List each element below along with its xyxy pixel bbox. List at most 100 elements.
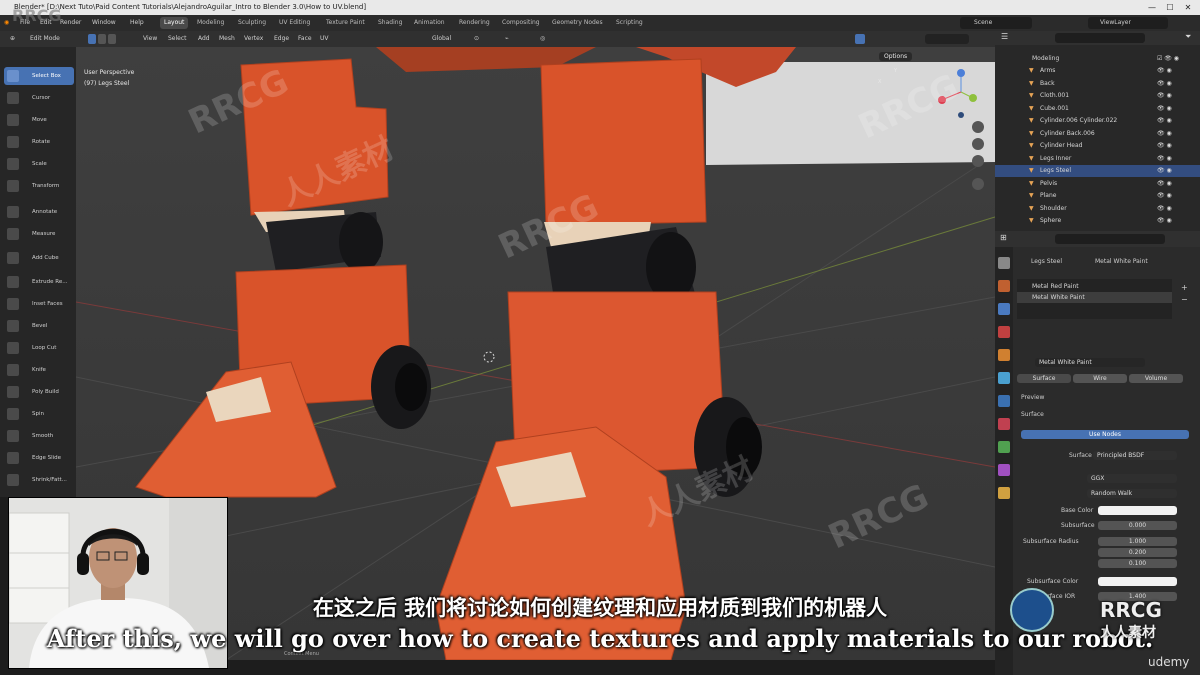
menu-add[interactable]: Add: [198, 31, 210, 47]
filter-icon[interactable]: ⏷: [1185, 32, 1191, 42]
proportional-edit-icon[interactable]: ◎: [540, 31, 545, 47]
outliner-item[interactable]: ▼ Cube.001 👁 ◉: [995, 103, 1200, 115]
material-slot-red[interactable]: Metal Red Paint: [1017, 281, 1172, 292]
tab-scripting[interactable]: Scripting: [612, 17, 647, 29]
tool-loop-cut[interactable]: Loop Cut: [4, 339, 74, 357]
properties-search-input[interactable]: [1055, 234, 1165, 244]
surface-shader-selector[interactable]: Principled BSDF: [1093, 451, 1177, 460]
tab-modeling[interactable]: Modeling: [193, 17, 228, 29]
outliner-item[interactable]: ▼ Shoulder 👁 ◉: [995, 203, 1200, 215]
properties-tab-icon[interactable]: [998, 441, 1010, 453]
menu-vertex[interactable]: Vertex: [244, 31, 263, 47]
tab-uv-editing[interactable]: UV Editing: [275, 17, 314, 29]
snap-icon[interactable]: ⌁: [505, 31, 509, 47]
visibility-icon[interactable]: 👁 ◉: [1157, 153, 1172, 165]
visibility-icon[interactable]: 👁 ◉: [1157, 140, 1172, 152]
subsurface-radius-x-field[interactable]: 1.000: [1098, 537, 1177, 546]
tool-smooth[interactable]: Smooth: [4, 427, 74, 445]
minimize-button[interactable]: —: [1145, 0, 1159, 15]
face-select-icon[interactable]: [108, 34, 116, 44]
visibility-icon[interactable]: 👁 ◉: [1157, 103, 1172, 115]
tool-measure[interactable]: Measure: [4, 225, 74, 243]
tool-bevel[interactable]: Bevel: [4, 317, 74, 335]
visibility-icon[interactable]: 👁 ◉: [1157, 203, 1172, 215]
properties-tab-icon[interactable]: [998, 280, 1010, 292]
tool-rotate[interactable]: Rotate: [4, 133, 74, 151]
tool-edge-slide[interactable]: Edge Slide: [4, 449, 74, 467]
tool-knife[interactable]: Knife: [4, 361, 74, 379]
shading-mode-icon[interactable]: [925, 34, 969, 44]
tool-cursor[interactable]: Cursor: [4, 89, 74, 107]
options-button[interactable]: Options: [879, 52, 913, 61]
editor-type-icon[interactable]: ⊕: [10, 31, 15, 47]
tab-wire[interactable]: Wire: [1073, 374, 1127, 383]
tool-scale[interactable]: Scale: [4, 155, 74, 173]
properties-tab-icon[interactable]: [998, 349, 1010, 361]
tab-compositing[interactable]: Compositing: [498, 17, 544, 29]
outliner-item[interactable]: ▼ Plane 👁 ◉: [995, 190, 1200, 202]
menu-help[interactable]: Help: [130, 15, 144, 31]
properties-editor-icon[interactable]: ⊞: [1000, 233, 1007, 242]
visibility-icon[interactable]: 👁 ◉: [1157, 65, 1172, 77]
pivot-icon[interactable]: ⊙: [474, 31, 479, 47]
mode-selector[interactable]: Edit Mode: [30, 31, 78, 47]
tool-poly-build[interactable]: Poly Build: [4, 383, 74, 401]
remove-slot-icon[interactable]: −: [1181, 295, 1188, 304]
tool-move[interactable]: Move: [4, 111, 74, 129]
scene-selector[interactable]: Scene: [960, 17, 1032, 29]
visibility-icon[interactable]: 👁 ◉: [1157, 128, 1172, 140]
tool-inset[interactable]: Inset Faces: [4, 295, 74, 313]
properties-tab-icon[interactable]: [998, 418, 1010, 430]
properties-tab-icon[interactable]: [998, 257, 1010, 269]
subsurface-radius-z-field[interactable]: 0.100: [1098, 559, 1177, 568]
menu-render[interactable]: Render: [60, 15, 81, 31]
tab-geometry-nodes[interactable]: Geometry Nodes: [548, 17, 607, 29]
tool-extrude[interactable]: Extrude Re...: [4, 273, 74, 291]
subsurface-method-selector[interactable]: Random Walk: [1087, 489, 1177, 498]
maximize-button[interactable]: ☐: [1163, 0, 1177, 15]
properties-tab-icon[interactable]: [998, 303, 1010, 315]
tool-spin[interactable]: Spin: [4, 405, 74, 423]
visibility-icon[interactable]: 👁 ◉: [1157, 215, 1172, 227]
outliner-search-input[interactable]: [1055, 33, 1145, 43]
outliner-item[interactable]: ▼ Cylinder Head 👁 ◉: [995, 140, 1200, 152]
visibility-icon[interactable]: 👁 ◉: [1157, 115, 1172, 127]
menu-mesh[interactable]: Mesh: [219, 31, 235, 47]
distribution-selector[interactable]: GGX: [1087, 474, 1177, 483]
tool-annotate[interactable]: Annotate: [4, 203, 74, 221]
edge-select-icon[interactable]: [98, 34, 106, 44]
outliner-item[interactable]: ▼ Sphere 👁 ◉: [995, 215, 1200, 227]
menu-uv[interactable]: UV: [320, 31, 329, 47]
outliner-editor-icon[interactable]: ☰: [1001, 32, 1008, 41]
outliner-item[interactable]: ▼ Legs Inner 👁 ◉: [995, 153, 1200, 165]
tab-animation[interactable]: Animation: [410, 17, 449, 29]
visibility-icon[interactable]: 👁 ◉: [1157, 165, 1172, 177]
outliner-item[interactable]: ▼ Back 👁 ◉: [995, 78, 1200, 90]
subsurface-field[interactable]: 0.000: [1098, 521, 1177, 530]
outliner-item[interactable]: ▼ Pelvis 👁 ◉: [995, 178, 1200, 190]
tab-surface[interactable]: Surface: [1017, 374, 1071, 383]
tab-volume[interactable]: Volume: [1129, 374, 1183, 383]
tool-shrink[interactable]: Shrink/Fatt...: [4, 471, 74, 489]
menu-edge[interactable]: Edge: [274, 31, 289, 47]
properties-tab-icon[interactable]: [998, 464, 1010, 476]
visibility-icon[interactable]: ☑ 👁 ◉: [1157, 53, 1179, 65]
outliner-root-collection[interactable]: Modeling ☑ 👁 ◉: [995, 53, 1200, 65]
subsurface-color-swatch[interactable]: [1098, 577, 1177, 586]
close-button[interactable]: ✕: [1181, 0, 1195, 15]
surface-panel[interactable]: Surface: [1021, 411, 1044, 418]
outliner-item[interactable]: ▼ Arms 👁 ◉: [995, 65, 1200, 77]
menu-face[interactable]: Face: [298, 31, 312, 47]
properties-tab-icon[interactable]: [998, 326, 1010, 338]
menu-select[interactable]: Select: [168, 31, 187, 47]
menu-view[interactable]: View: [143, 31, 157, 47]
vertex-select-icon[interactable]: [88, 34, 96, 44]
subsurface-radius-y-field[interactable]: 0.200: [1098, 548, 1177, 557]
properties-tab-icon[interactable]: [998, 487, 1010, 499]
tool-transform[interactable]: Transform: [4, 177, 74, 195]
orientation-selector[interactable]: Global: [420, 31, 468, 47]
tab-sculpting[interactable]: Sculpting: [234, 17, 270, 29]
tab-layout[interactable]: Layout: [160, 17, 189, 29]
tab-texture-paint[interactable]: Texture Paint: [322, 17, 369, 29]
use-nodes-button[interactable]: Use Nodes: [1021, 430, 1189, 439]
